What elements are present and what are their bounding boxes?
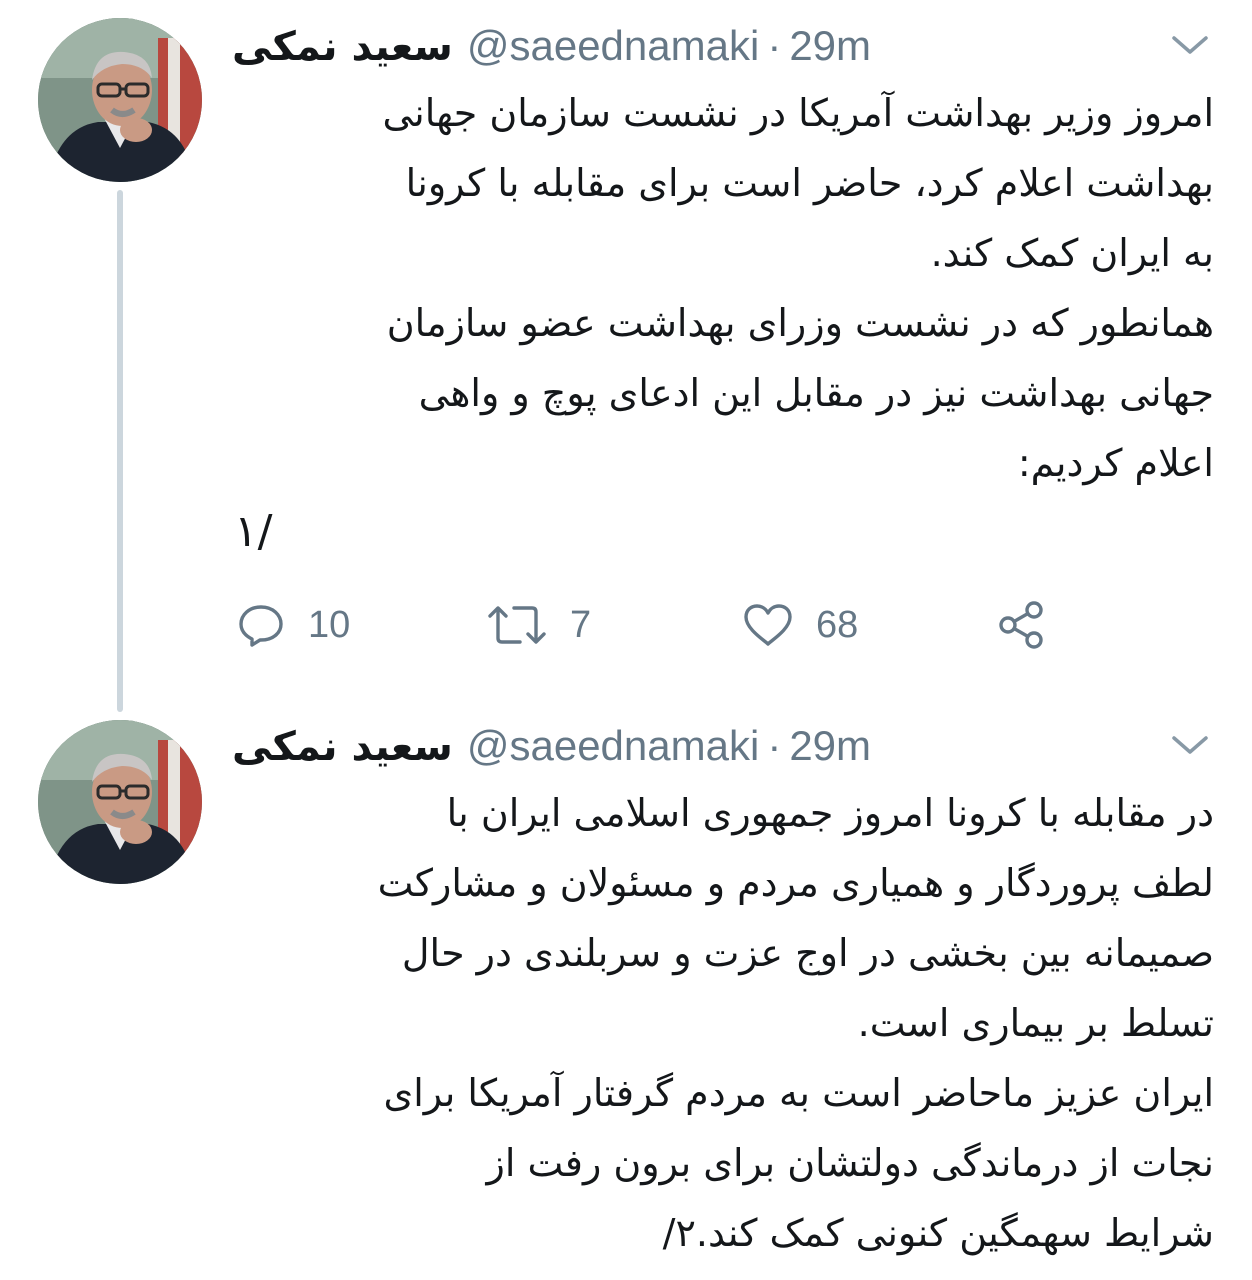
display-name[interactable]: سعید نمکی (232, 24, 453, 70)
tweet-text-line: جهانی بهداشت نیز در مقابل این ادعای پوچ … (418, 371, 1214, 415)
tweet-text-line: تسلط بر بیماری است. (857, 1001, 1214, 1045)
user-handle[interactable]: @saeednamaki (467, 722, 759, 769)
retweet-button[interactable]: 7 (486, 590, 591, 660)
retweet-icon (488, 606, 546, 644)
separator-dot: · (767, 22, 782, 69)
user-handle[interactable]: @saeednamaki (467, 22, 759, 69)
tweet-header: سعید نمکی @saeednamaki · 29m (232, 716, 871, 776)
tweet[interactable]: سعید نمکی @saeednamaki · 29m در مقابله با ک… (0, 700, 1252, 1280)
avatar-photo (38, 720, 202, 884)
tweet-text-line: ایران عزیز ماحاضر است به مردم گرفتار آمر… (383, 1071, 1214, 1115)
tweet[interactable]: سعید نمکی @saeednamaki · 29m امروز وزیر بهد… (0, 0, 1252, 712)
avatar[interactable] (38, 18, 202, 182)
avatar-photo (38, 18, 202, 182)
reply-button[interactable]: 10 (236, 590, 350, 660)
timestamp[interactable]: 29m (789, 722, 871, 769)
tweet-text-line: شرایط سهمگین کنونی کمک کند.۲/ (662, 1211, 1214, 1255)
tweet-text-line: نجات از درماندگی دولتشان برای برون رفت ا… (486, 1141, 1215, 1185)
tweet-text-line: همانطور که در نشست وزرای بهداشت عضو سازم… (386, 301, 1214, 345)
tweet-header: سعید نمکی @saeednamaki · 29m (232, 16, 871, 76)
tweet-text-line: صمیمانه بین بخشی در اوج عزت و سربلندی در… (401, 931, 1214, 975)
retweet-count: 7 (570, 603, 592, 646)
chevron-down-icon[interactable] (1166, 728, 1214, 762)
like-count: 68 (816, 603, 859, 646)
heart-icon (744, 604, 792, 646)
reply-count: 10 (308, 603, 351, 646)
tweet-text: امروز وزیر بهداشت آمریکا در نشست سازمان … (232, 78, 1214, 498)
tweet-text-line: امروز وزیر بهداشت آمریکا در نشست سازمان … (382, 91, 1214, 135)
tweet-text-line: در مقابله با کرونا امروز جمهوری اسلامی ا… (446, 791, 1214, 835)
tweet-text-line: به ایران کمک کند. (930, 231, 1214, 275)
share-icon (999, 601, 1043, 649)
tweet-text-line: اعلام کردیم: (1017, 441, 1214, 485)
avatar[interactable] (38, 720, 202, 884)
tweet-text-line: بهداشت اعلام کرد، حاضر است برای مقابله ب… (405, 161, 1214, 205)
chevron-down-icon[interactable] (1166, 28, 1214, 62)
like-button[interactable]: 68 (742, 590, 858, 660)
reply-icon (239, 605, 283, 647)
display-name[interactable]: سعید نمکی (232, 724, 453, 770)
tweet-text: در مقابله با کرونا امروز جمهوری اسلامی ا… (232, 778, 1214, 1268)
share-button[interactable] (996, 590, 1048, 660)
separator-dot: · (767, 722, 782, 769)
tweet-text-line: لطف پروردگار و همیاری مردم و مسئولان و م… (377, 861, 1214, 905)
timestamp[interactable]: 29m (789, 22, 871, 69)
tweet-actions: 10 7 68 (232, 590, 1072, 660)
thread-number: ۱/ (234, 506, 273, 557)
thread-connector-line (117, 190, 123, 712)
